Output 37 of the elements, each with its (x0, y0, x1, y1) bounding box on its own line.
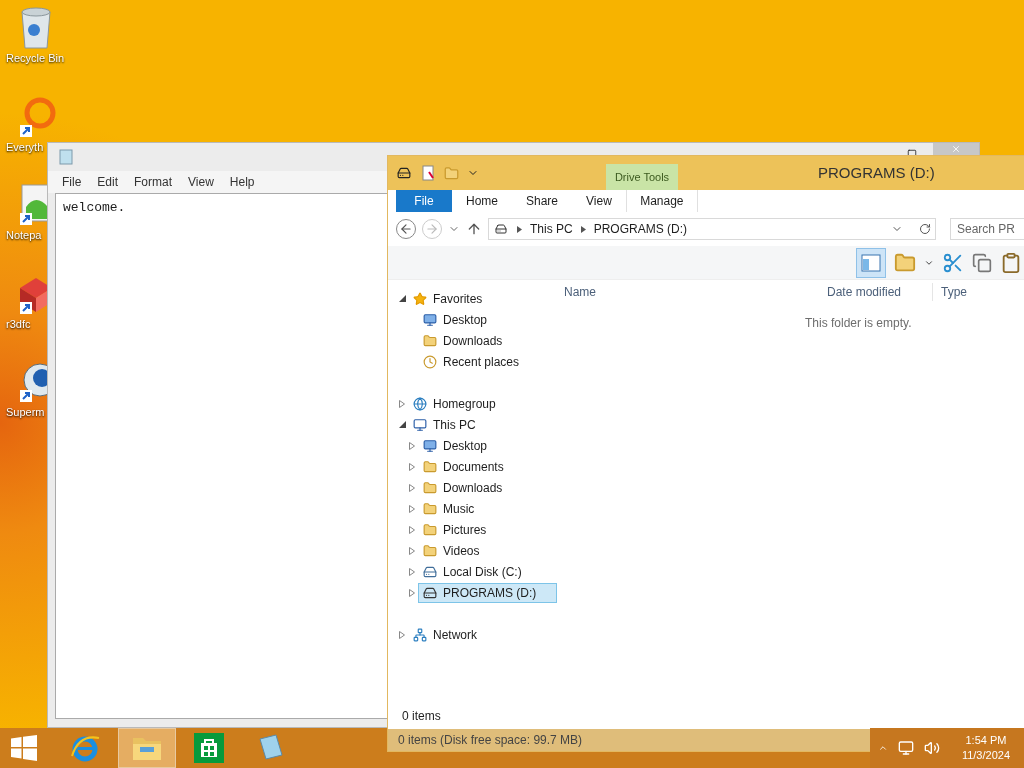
nav-tree-item[interactable]: This PC (408, 414, 497, 435)
nav-tree-item[interactable]: Documents (418, 456, 525, 477)
nav-tree-item[interactable]: Downloads (418, 477, 524, 498)
nav-tree-item[interactable]: Desktop (418, 309, 509, 330)
nav-tree-item[interactable]: Homegroup (408, 393, 517, 414)
menu-item[interactable]: Help (229, 173, 255, 191)
item-count: 0 items (402, 708, 441, 725)
ribbon-tab[interactable]: Home (452, 190, 512, 212)
column-header[interactable]: Type (933, 283, 967, 301)
status-bar-text: 0 items (Disk free space: 99.7 MB) (398, 732, 583, 749)
menu-item[interactable]: Edit (97, 173, 119, 191)
menu-item[interactable]: Format (134, 173, 173, 191)
nav-tree-item[interactable]: Downloads (418, 330, 524, 351)
nav-tree-item[interactable]: Desktop (418, 435, 509, 456)
ribbon-tab[interactable]: Share (512, 190, 573, 212)
column-header[interactable]: Name (564, 283, 819, 301)
nav-tree-item[interactable]: Pictures (418, 519, 508, 540)
breadcrumb[interactable]: This PC (530, 220, 573, 238)
nav-tree-item[interactable]: Favorites (408, 288, 504, 309)
address-bar[interactable]: This PC PROGRAMS (D:) (488, 218, 936, 240)
nav-tree-item[interactable]: PROGRAMS (D:) (418, 582, 558, 603)
contextual-tab-header: Drive Tools (606, 164, 678, 190)
nav-tree-item[interactable]: Music (418, 498, 496, 519)
nav-tree-item[interactable]: Local Disk (C:) (418, 561, 543, 582)
file-tab[interactable]: File (396, 190, 452, 212)
nav-tree-item[interactable]: Network (408, 624, 498, 645)
menu-item[interactable]: File (62, 173, 82, 191)
ribbon-tab[interactable]: Manage (625, 190, 698, 212)
search-field[interactable]: Search PR (950, 218, 1024, 240)
nav-tree-item[interactable]: Videos (418, 540, 501, 561)
ribbon-tab[interactable]: View (572, 190, 626, 212)
breadcrumb[interactable]: PROGRAMS (D:) (593, 220, 688, 238)
menu-item[interactable]: View (188, 173, 214, 191)
nav-tree-item[interactable]: Recent places (418, 351, 541, 372)
column-header[interactable]: Date modified (819, 283, 933, 301)
window-title: PROGRAMS (D:) (818, 162, 935, 183)
empty-folder-message: This folder is empty. (805, 315, 913, 332)
